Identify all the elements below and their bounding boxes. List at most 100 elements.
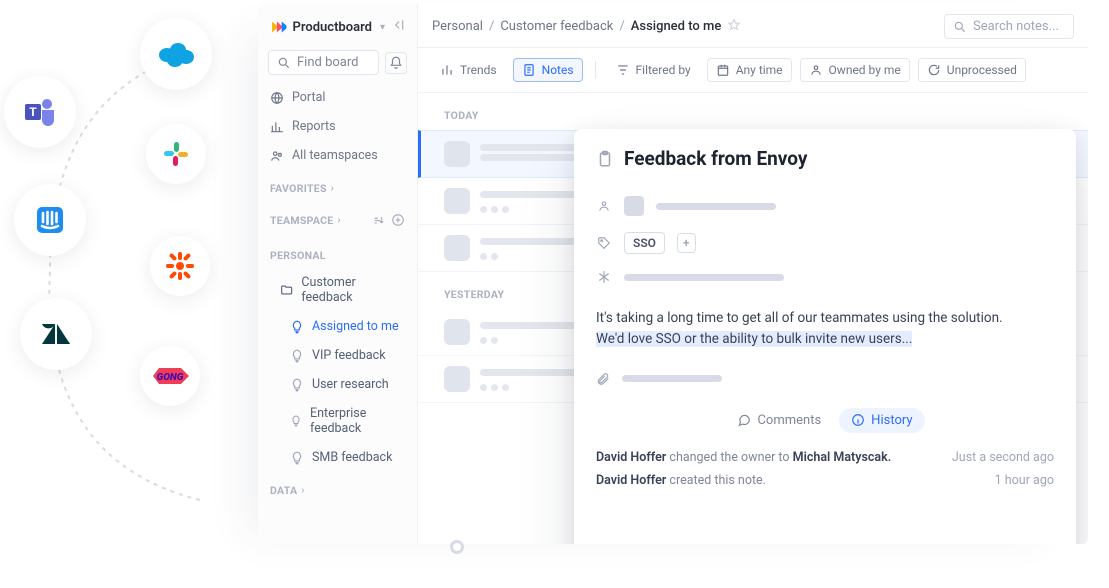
day-today: TODAY bbox=[418, 93, 1088, 130]
meta-owner bbox=[596, 196, 1054, 216]
folder-customer-feedback[interactable]: Customer feedback bbox=[258, 270, 417, 310]
main-area: Personal / Customer feedback / Assigned … bbox=[418, 4, 1088, 544]
notifications-button[interactable] bbox=[385, 52, 407, 74]
search-icon bbox=[277, 56, 291, 70]
svg-text:GONG: GONG bbox=[157, 372, 184, 383]
view-smb-feedback[interactable]: SMB feedback bbox=[258, 445, 417, 470]
find-board-input[interactable]: Find board bbox=[268, 50, 379, 75]
tab-comments[interactable]: Comments bbox=[725, 408, 833, 433]
info-icon bbox=[851, 413, 865, 427]
note-icon bbox=[522, 63, 536, 77]
sidebar-item-reports[interactable]: Reports bbox=[258, 114, 417, 139]
clipboard-icon bbox=[596, 150, 614, 168]
chevron-right-icon: › bbox=[301, 485, 304, 496]
gong-icon: GONG bbox=[140, 346, 200, 406]
person-icon bbox=[809, 63, 823, 77]
note-body[interactable]: It's taking a long time to get all of ou… bbox=[596, 308, 1054, 350]
tab-trends[interactable]: Trends bbox=[432, 59, 505, 81]
folder-icon bbox=[280, 283, 293, 297]
tab-history[interactable]: History bbox=[839, 408, 924, 433]
bars-icon bbox=[440, 63, 454, 77]
notes-list: TODAY YESTERDAY bbox=[418, 93, 1088, 544]
lightbulb-icon bbox=[290, 320, 304, 334]
section-personal[interactable]: Personal bbox=[258, 235, 417, 266]
paperclip-icon[interactable] bbox=[596, 372, 610, 386]
tag-sso[interactable]: SSO bbox=[624, 232, 665, 254]
brand-name: Productboard bbox=[293, 20, 372, 35]
sidebar-item-portal[interactable]: Portal bbox=[258, 85, 417, 110]
app-window: Productboard ▾ Find board Portal Reports bbox=[258, 4, 1088, 544]
view-enterprise-feedback[interactable]: Enterprise feedback bbox=[258, 401, 417, 441]
plus-circle-icon[interactable] bbox=[391, 213, 405, 227]
sidebar-item-teamspaces[interactable]: All teamspaces bbox=[258, 143, 417, 168]
view-assigned-to-me[interactable]: Assigned to me bbox=[258, 314, 417, 339]
filter-label[interactable]: Filtered by bbox=[608, 59, 699, 81]
chevron-right-icon: › bbox=[338, 215, 341, 226]
find-board-placeholder: Find board bbox=[297, 55, 358, 70]
snowflake-icon bbox=[597, 270, 611, 284]
section-data[interactable]: Data› bbox=[258, 474, 417, 501]
search-notes-input[interactable]: Search notes... bbox=[944, 14, 1074, 39]
filter-owned-by-me[interactable]: Owned by me bbox=[800, 58, 910, 82]
filter-unprocessed[interactable]: Unprocessed bbox=[918, 58, 1026, 82]
avatar bbox=[444, 319, 470, 345]
meta-source bbox=[596, 270, 1054, 284]
sidebar: Productboard ▾ Find board Portal Reports bbox=[258, 4, 418, 544]
calendar-icon bbox=[716, 63, 730, 77]
integrations-cluster: T GONG bbox=[0, 0, 260, 588]
attachments-row bbox=[596, 372, 1054, 386]
lightbulb-icon bbox=[290, 349, 304, 363]
breadcrumb-current: Assigned to me bbox=[631, 19, 722, 34]
search-icon bbox=[953, 20, 967, 34]
chevron-right-icon: › bbox=[331, 183, 334, 194]
avatar bbox=[444, 366, 470, 392]
breadcrumb-root[interactable]: Personal bbox=[432, 19, 483, 34]
view-vip-feedback[interactable]: VIP feedback bbox=[258, 343, 417, 368]
history-list: David Hoffer changed the owner to Michal… bbox=[596, 445, 1054, 494]
detail-tabs: Comments History bbox=[596, 408, 1054, 433]
favorite-star-icon[interactable] bbox=[727, 18, 741, 36]
person-icon bbox=[597, 199, 611, 213]
meta-tags: SSO + bbox=[596, 232, 1054, 254]
chart-icon bbox=[270, 120, 284, 134]
lightbulb-icon bbox=[290, 378, 304, 392]
avatar bbox=[444, 188, 470, 214]
intercom-icon bbox=[14, 184, 86, 256]
teams-icon: T bbox=[4, 76, 76, 148]
svg-text:T: T bbox=[29, 105, 37, 119]
lightbulb-icon bbox=[290, 414, 302, 428]
section-teamspace[interactable]: Teamspace› bbox=[258, 203, 417, 231]
view-user-research[interactable]: User research bbox=[258, 372, 417, 397]
topbar: Personal / Customer feedback / Assigned … bbox=[418, 4, 1088, 48]
history-item: David Hoffer created this note. 1 hour a… bbox=[596, 471, 1054, 491]
toolbar: Trends Notes Filtered by Any time Owned … bbox=[418, 48, 1088, 93]
history-item: David Hoffer changed the owner to Michal… bbox=[596, 448, 1054, 468]
filter-anytime[interactable]: Any time bbox=[707, 58, 792, 82]
connector-nub bbox=[450, 540, 464, 554]
people-icon bbox=[270, 149, 284, 163]
slack-icon bbox=[146, 124, 206, 184]
detail-title: Feedback from Envoy bbox=[624, 147, 807, 170]
add-tag-button[interactable]: + bbox=[677, 233, 696, 253]
breadcrumb: Personal / Customer feedback / Assigned … bbox=[432, 18, 741, 36]
lightbulb-icon bbox=[290, 451, 304, 465]
sort-icon[interactable] bbox=[371, 213, 385, 227]
productboard-logo-icon bbox=[270, 18, 287, 36]
salesforce-icon bbox=[140, 18, 212, 90]
owner-avatar[interactable] bbox=[624, 196, 644, 216]
highlighted-text: We'd love SSO or the ability to bulk inv… bbox=[596, 331, 912, 347]
zendesk-icon bbox=[20, 298, 92, 370]
refresh-icon bbox=[927, 63, 941, 77]
section-favorites[interactable]: Favorites› bbox=[258, 172, 417, 199]
globe-icon bbox=[270, 91, 284, 105]
filter-icon bbox=[616, 63, 630, 77]
breadcrumb-folder[interactable]: Customer feedback bbox=[500, 19, 613, 34]
comment-icon bbox=[737, 413, 751, 427]
avatar bbox=[444, 141, 470, 167]
note-detail-panel: Feedback from Envoy SSO + It's bbox=[574, 129, 1076, 544]
avatar bbox=[444, 235, 470, 261]
zapier-icon bbox=[150, 236, 210, 296]
brand-row[interactable]: Productboard ▾ bbox=[258, 12, 417, 42]
tab-notes[interactable]: Notes bbox=[513, 58, 583, 82]
collapse-sidebar-icon[interactable] bbox=[391, 18, 405, 36]
